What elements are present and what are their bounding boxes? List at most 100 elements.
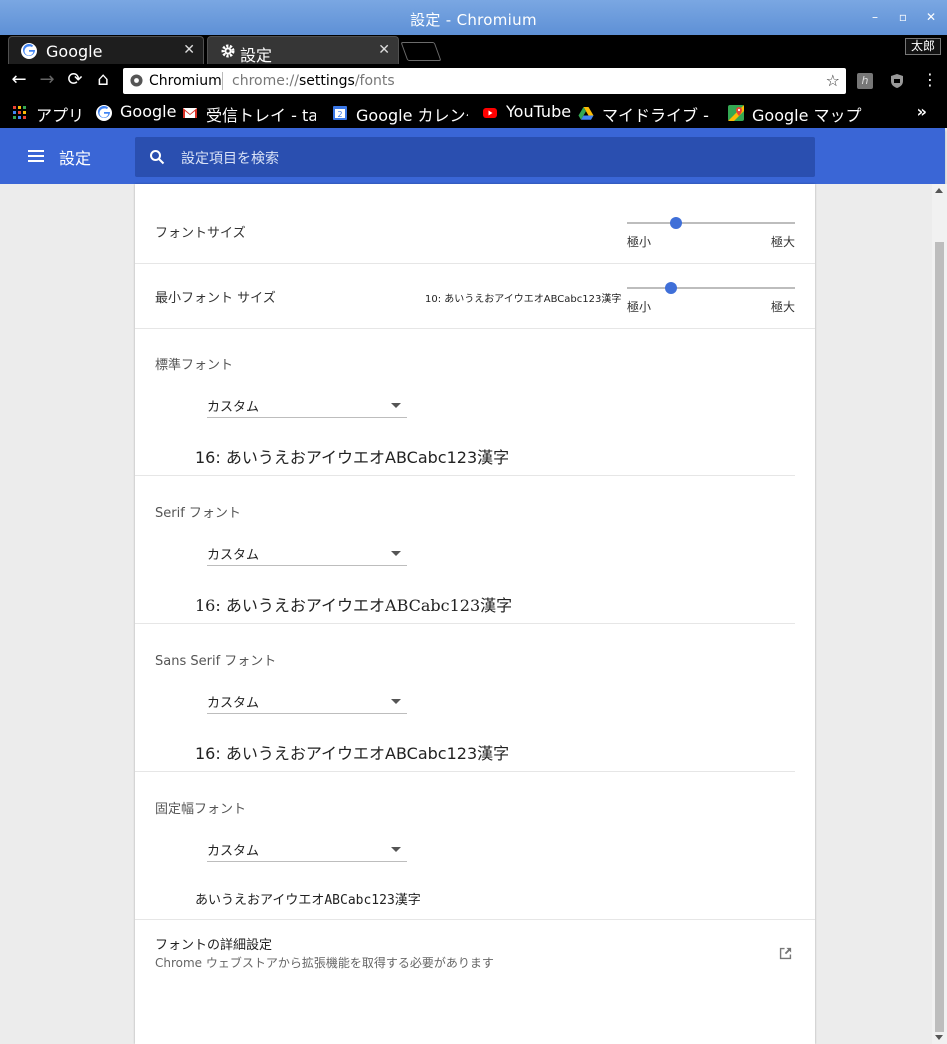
slider-min-label: 極小 [627,235,652,249]
window-title: 設定 - Chromium [410,11,537,29]
google-icon [96,105,112,121]
fonts-card: フォントサイズ 極小 極大 最小フォント サイズ 10: あいうえおアイウエオA… [135,184,815,1044]
fixed-font-select[interactable]: カスタム [207,838,407,862]
bookmark-youtube[interactable]: YouTube [482,102,572,124]
reload-icon[interactable]: ⟳ [65,70,85,90]
advanced-font-settings-subtitle: Chrome ウェブストアから拡張機能を取得する必要があります [155,956,494,970]
calendar-icon: 2 [333,106,347,120]
sans-serif-font-title: Sans Serif フォント [155,654,277,669]
browser-toolbar: ← → ⟳ ⌂ Chromium chrome://settings/fonts… [0,64,947,97]
omnibox-separator [222,72,223,90]
search-icon [150,150,165,165]
slider-min-label: 極小 [627,300,652,314]
serif-font-title: Serif フォント [155,506,241,521]
settings-content: フォントサイズ 極小 極大 最小フォント サイズ 10: あいうえおアイウエオA… [0,184,932,1044]
select-value: カスタム [207,696,260,711]
bookmarks-overflow-icon[interactable]: » [917,102,927,121]
bookmark-gmail[interactable]: 受信トレイ - tar [182,102,318,125]
bookmark-maps[interactable]: Google マップ [728,102,862,125]
scroll-down-arrow-icon[interactable] [935,1035,943,1040]
fixed-font-title: 固定幅フォント [155,802,247,817]
fixed-font-sample: あいうえおアイウエオABCabc123漢字 [195,893,421,908]
font-size-label: フォントサイズ [155,226,246,241]
menu-dots-icon[interactable]: ⋮ [920,70,940,90]
minimize-icon[interactable]: – [868,10,882,24]
select-value: カスタム [207,400,260,415]
tab-label: Google [46,42,103,61]
drive-icon [578,107,594,120]
bookmark-star-icon[interactable]: ☆ [826,71,840,90]
back-arrow-icon[interactable]: ← [9,70,29,90]
tabstrip: Google ✕ 設定 ✕ 太郎 [0,35,947,65]
divider [135,623,795,624]
search-placeholder: 設定項目を検索 [181,151,279,167]
standard-font-select[interactable]: カスタム [207,394,407,418]
bookmark-calendar[interactable]: 2 Google カレンダ [332,102,472,125]
home-icon[interactable]: ⌂ [93,70,113,90]
gear-icon [221,44,235,58]
divider [135,771,795,772]
standard-font-title: 標準フォント [155,358,234,373]
extension-h-icon[interactable]: h [857,73,873,89]
bookmarks-bar: アプリ Google 受信トレイ - tar 2 Google カレンダ You… [0,97,947,128]
settings-header: 設定 設定項目を検索 [0,128,945,184]
youtube-icon [483,108,497,118]
bookmark-drive[interactable]: マイドライブ - G [578,102,718,125]
forward-arrow-icon[interactable]: → [37,70,57,90]
slider-knob[interactable] [664,282,677,294]
divider [135,919,815,920]
divider [135,328,815,329]
min-font-size-slider[interactable]: 極小 極大 [627,278,795,318]
settings-search-input[interactable]: 設定項目を検索 [135,137,815,177]
select-value: カスタム [207,548,260,563]
close-tab-icon[interactable]: ✕ [183,42,195,58]
apps-grid-icon [13,106,26,119]
maximize-icon[interactable]: ▫ [896,10,910,24]
slider-track [627,287,795,289]
min-font-size-label: 最小フォント サイズ [155,291,276,306]
slider-knob[interactable] [669,217,682,229]
serif-font-select[interactable]: カスタム [207,542,407,566]
select-value: カスタム [207,844,260,859]
scroll-up-arrow-icon[interactable] [935,188,943,193]
font-size-slider[interactable]: 極小 極大 [627,213,795,253]
advanced-font-settings-title[interactable]: フォントの詳細設定 [155,934,272,953]
url-text: chrome://settings/fonts [232,73,395,89]
bookmark-google[interactable]: Google [96,102,176,124]
tab-settings[interactable]: 設定 ✕ [207,36,399,65]
page-scrollbar[interactable] [932,184,947,1044]
sans-serif-font-sample: 16: あいうえおアイウエオABCabc123漢字 [195,744,510,763]
standard-font-sample: 16: あいうえおアイウエオABCabc123漢字 [195,448,510,467]
slider-max-label: 極大 [770,235,795,249]
close-window-icon[interactable]: ✕ [924,10,938,24]
dropdown-arrow-icon [391,847,401,852]
gmail-icon [183,108,197,118]
window-titlebar: 設定 - Chromium – ▫ ✕ [0,0,947,35]
profile-button[interactable]: 太郎 [904,38,941,55]
new-tab-button[interactable] [400,42,442,61]
divider [135,263,815,264]
svg-text:2: 2 [337,110,342,119]
maps-icon [728,105,744,121]
slider-max-label: 極大 [770,300,795,314]
dropdown-arrow-icon [391,403,401,408]
google-icon [21,43,37,59]
close-tab-icon[interactable]: ✕ [378,42,390,58]
dropdown-arrow-icon [391,551,401,556]
open-in-new-icon[interactable] [778,946,793,961]
shield-extension-icon[interactable] [889,73,905,89]
divider [135,475,795,476]
tab-google[interactable]: Google ✕ [8,36,204,64]
sans-serif-font-select[interactable]: カスタム [207,690,407,714]
page-title: 設定 [59,149,92,168]
slider-track [627,222,795,224]
chromium-icon [130,74,143,87]
hamburger-menu-icon[interactable] [28,150,44,162]
dropdown-arrow-icon [391,699,401,704]
serif-font-sample: 16: あいうえおアイウエオABCabc123漢字 [195,596,513,615]
site-chip-label: Chromium [149,73,222,89]
bookmark-apps[interactable]: アプリ [12,102,88,125]
scrollbar-thumb[interactable] [935,242,944,1032]
tab-label: 設定 [240,46,273,65]
address-bar[interactable]: Chromium chrome://settings/fonts ☆ [123,68,846,94]
